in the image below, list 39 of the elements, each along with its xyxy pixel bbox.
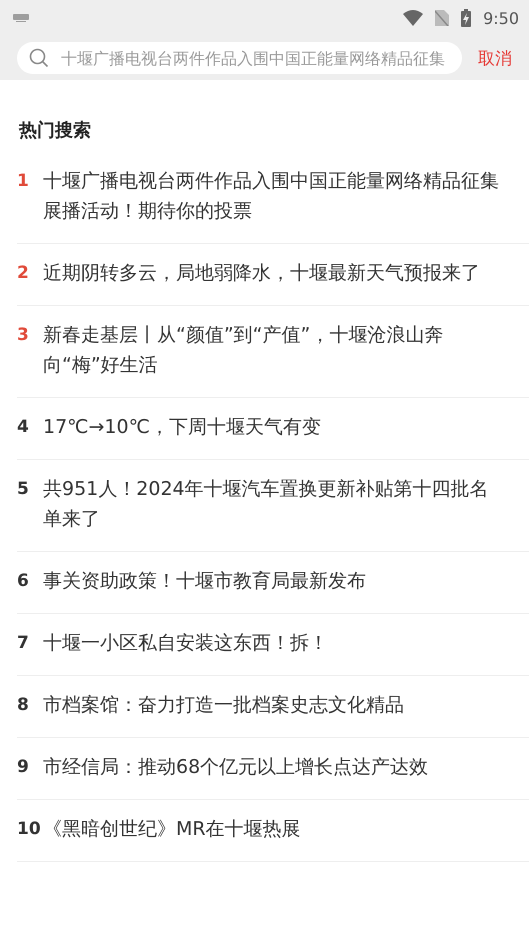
item-title: 事关资助政策！十堰市教育局最新发布 xyxy=(43,569,367,594)
rank-number: 4 xyxy=(17,416,30,439)
rank-number: 6 xyxy=(17,570,30,593)
status-time: 9:50 xyxy=(483,8,519,28)
search-icon xyxy=(29,48,49,68)
item-title: 市档案馆：奋力打造一批档案史志文化精品 xyxy=(43,693,405,718)
item-title: 十堰广播电视台两件作品入围中国正能量网络精品征集展播活动！期待你的投票 xyxy=(43,169,500,224)
item-title: 十堰一小区私自安装这东西！拆！ xyxy=(43,631,329,656)
rank-number: 9 xyxy=(17,756,30,779)
search-item[interactable]: 1 十堰广播电视台两件作品入围中国正能量网络精品征集展播活动！期待你的投票 xyxy=(17,152,529,244)
search-item[interactable]: 9 市经信局：推动68个亿元以上增长点达产达效 xyxy=(17,738,529,800)
cancel-button[interactable]: 取消 xyxy=(478,46,512,70)
keyboard-icon xyxy=(13,14,29,22)
item-title: 17℃→10℃，下周十堰天气有变 xyxy=(43,415,322,440)
rank-number: 3 xyxy=(17,324,30,347)
rank-number: 8 xyxy=(17,694,30,717)
rank-number: 7 xyxy=(17,632,30,655)
search-item[interactable]: 7 十堰一小区私自安装这东西！拆！ xyxy=(17,614,529,676)
item-title: 近期阴转多云，局地弱降水，十堰最新天气预报来了 xyxy=(43,261,481,286)
battery-charging-icon xyxy=(461,9,472,27)
search-item[interactable]: 10《黑暗创世纪》MR在十堰热展 xyxy=(17,800,529,862)
rank-number: 2 xyxy=(17,262,30,285)
item-title: 《黑暗创世纪》MR在十堰热展 xyxy=(43,817,302,842)
search-item[interactable]: 8 市档案馆：奋力打造一批档案史志文化精品 xyxy=(17,676,529,738)
wifi-icon xyxy=(403,10,424,26)
search-item[interactable]: 5 共951人！2024年十堰汽车置换更新补贴第十四批名单来了 xyxy=(17,460,529,552)
search-item[interactable]: 2 近期阴转多云，局地弱降水，十堰最新天气预报来了 xyxy=(17,244,529,306)
search-item[interactable]: 3 新春走基层丨从“颜值”到“产值”，十堰沧浪山奔向“梅”好生活 xyxy=(17,306,529,398)
rank-number: 5 xyxy=(17,478,30,501)
rank-number: 1 xyxy=(17,170,30,193)
no-sim-icon xyxy=(435,10,450,26)
item-title: 新春走基层丨从“颜值”到“产值”，十堰沧浪山奔向“梅”好生活 xyxy=(43,323,444,378)
rank-number: 10 xyxy=(17,818,42,841)
search-field[interactable]: 十堰广播电视台两件作品入围中国正能量网络精品征集 xyxy=(17,42,462,74)
item-title: 共951人！2024年十堰汽车置换更新补贴第十四批名单来了 xyxy=(43,477,490,532)
item-title: 市经信局：推动68个亿元以上增长点达产达效 xyxy=(43,755,430,780)
search-item[interactable]: 6 事关资助政策！十堰市教育局最新发布 xyxy=(17,552,529,614)
search-item[interactable]: 4 17℃→10℃，下周十堰天气有变 xyxy=(17,398,529,460)
section-title: 热门搜索 xyxy=(18,119,92,142)
